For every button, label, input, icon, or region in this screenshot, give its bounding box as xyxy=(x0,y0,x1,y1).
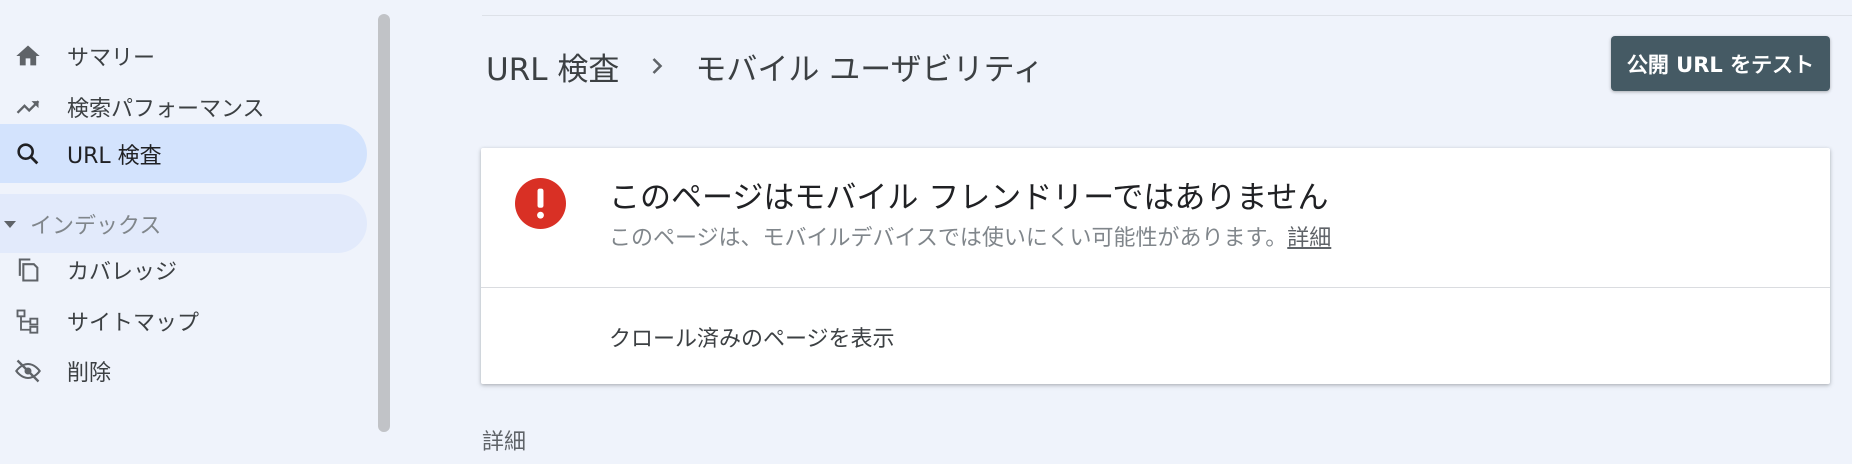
home-icon xyxy=(16,45,40,65)
breadcrumb-url-inspection[interactable]: URL 検査 xyxy=(486,44,619,89)
learn-more-link[interactable]: 詳細 xyxy=(1287,226,1331,251)
view-crawled-page-button[interactable]: クロール済みのページを表示 xyxy=(609,321,895,353)
status-title: このページはモバイル フレンドリーではありません xyxy=(609,180,1329,216)
sitemap-icon xyxy=(16,309,39,334)
caret-down-icon xyxy=(4,220,16,228)
status-subtitle-text: このページは、モバイルデバイスでは使いにくい可能性があります。 xyxy=(609,226,1288,251)
copy-icon xyxy=(18,257,39,282)
sidebar-scrollbar[interactable] xyxy=(378,14,390,432)
search-icon xyxy=(17,142,39,164)
visibility-off-icon xyxy=(15,359,41,382)
chevron-right-icon xyxy=(652,58,663,74)
test-live-url-button[interactable]: 公開 URL をテスト xyxy=(1611,36,1830,91)
sidebar-item-url-inspection[interactable]: URL 検査 xyxy=(0,124,367,183)
sidebar-item-label: カバレッジ xyxy=(67,259,178,285)
status-subtitle: このページは、モバイルデバイスでは使いにくい可能性があります。詳細 xyxy=(609,220,1331,252)
details-heading: 詳細 xyxy=(482,430,527,455)
header-divider xyxy=(482,15,1852,16)
breadcrumb: URL 検査 モバイル ユーザビリティ xyxy=(486,44,1044,88)
status-card: このページはモバイル フレンドリーではありません このページは、モバイルデバイス… xyxy=(481,148,1830,384)
trending-up-icon xyxy=(16,99,40,114)
sidebar-section-label: インデックス xyxy=(30,213,162,239)
sidebar: サマリー 検索パフォーマンス URL 検査 インデックス カバレッジ サイトマッ… xyxy=(0,0,392,464)
error-icon xyxy=(515,178,566,229)
app: サマリー 検索パフォーマンス URL 検査 インデックス カバレッジ サイトマッ… xyxy=(0,0,1852,464)
sidebar-item-label: URL 検査 xyxy=(67,143,162,169)
sidebar-item-label: 検索パフォーマンス xyxy=(67,96,265,122)
breadcrumb-mobile-usability: モバイル ユーザビリティ xyxy=(695,51,1044,88)
sidebar-item-removals[interactable]: 削除 xyxy=(0,341,367,400)
sidebar-item-label: サイトマップ xyxy=(67,310,200,336)
sidebar-item-label: サマリー xyxy=(67,45,156,71)
sidebar-item-label: 削除 xyxy=(67,360,112,386)
card-divider xyxy=(481,287,1830,288)
